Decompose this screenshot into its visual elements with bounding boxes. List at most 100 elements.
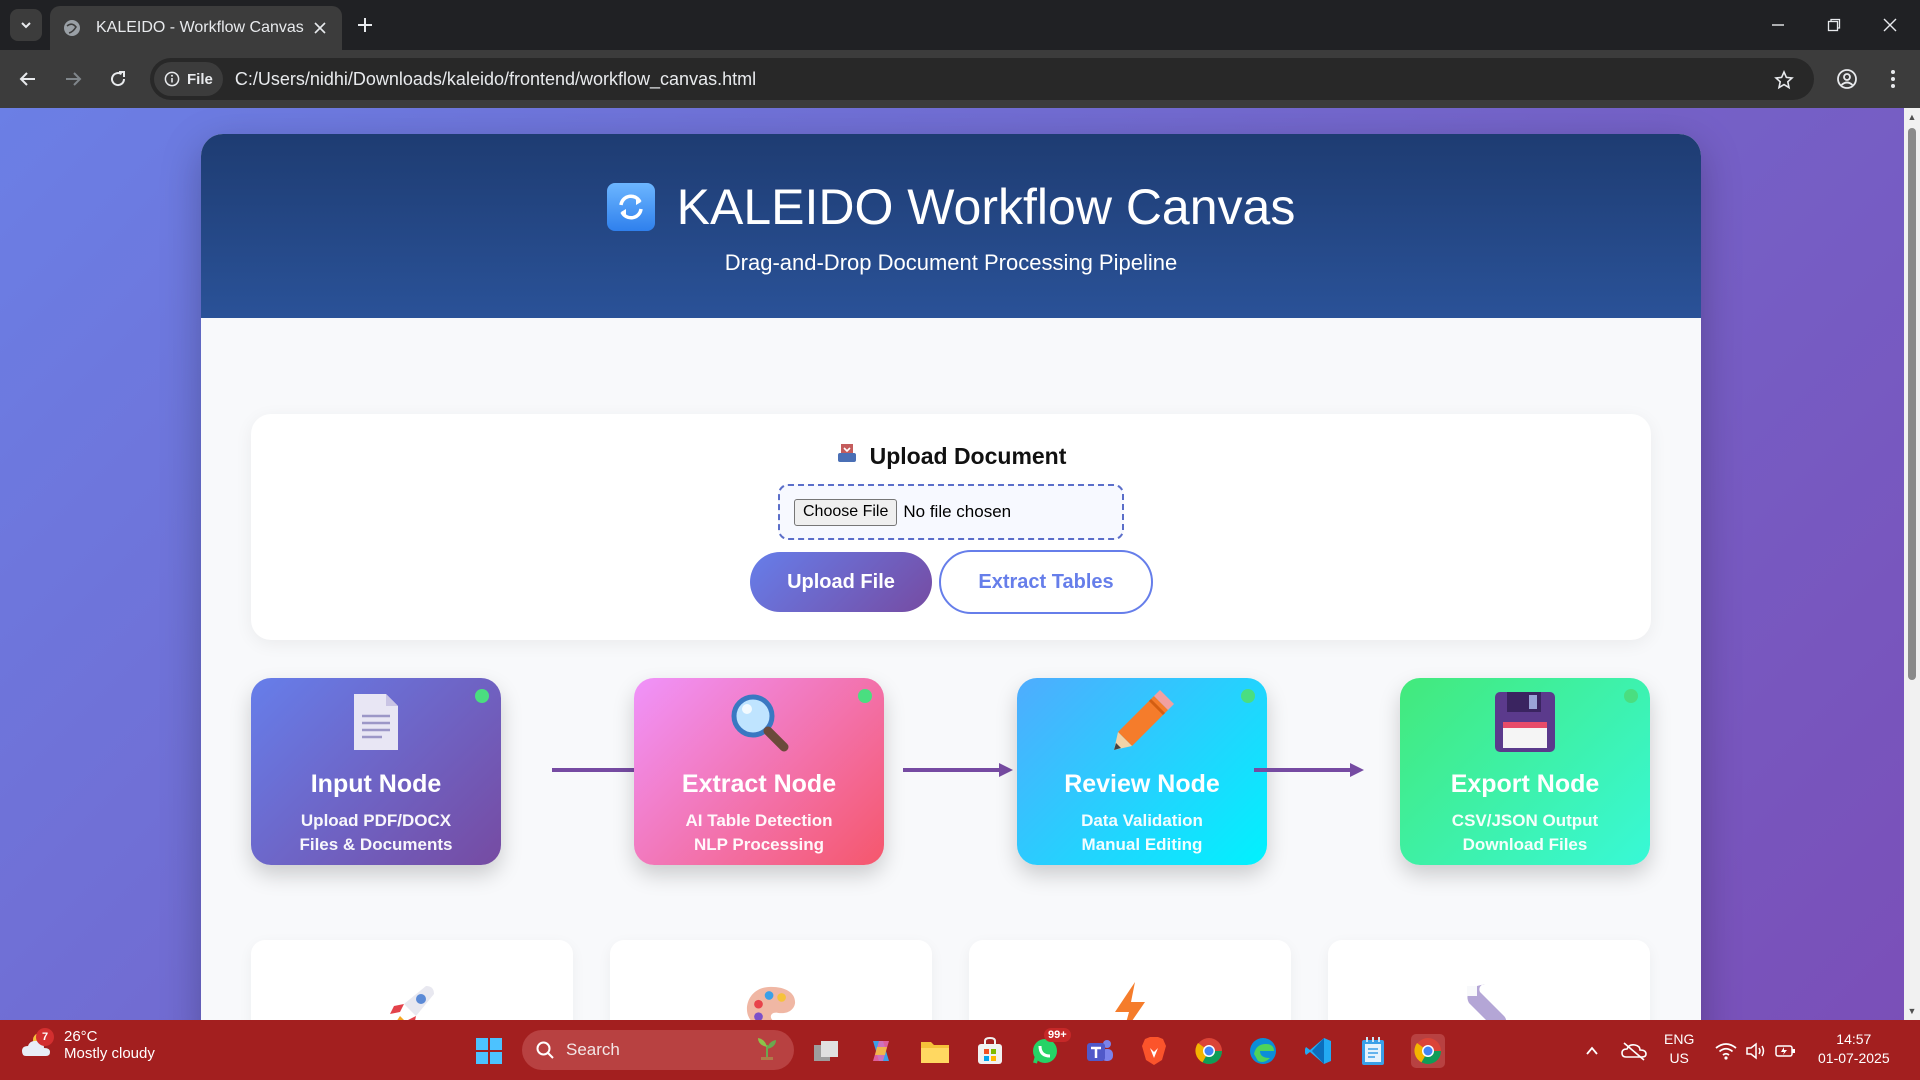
battery-icon[interactable] (1769, 1034, 1803, 1068)
whatsapp-icon[interactable]: 99+ (1028, 1028, 1071, 1068)
task-view-icon[interactable] (809, 1034, 843, 1068)
edge-icon[interactable] (1246, 1034, 1280, 1068)
node-description: Upload PDF/DOCX Files & Documents (251, 809, 501, 857)
language-indicator[interactable]: ENG US (1664, 1030, 1694, 1068)
upload-file-button[interactable]: Upload File (750, 552, 932, 612)
status-dot (858, 689, 872, 703)
node-description: Data Validation Manual Editing (1017, 809, 1267, 857)
info-icon (164, 71, 180, 87)
search-icon (536, 1041, 554, 1059)
new-tab-button[interactable] (352, 12, 378, 38)
microsoft-store-icon[interactable] (973, 1034, 1007, 1068)
browser-toolbar: File C:/Users/nidhi/Downloads/kaleido/fr… (0, 50, 1920, 108)
address-bar[interactable]: File C:/Users/nidhi/Downloads/kaleido/fr… (150, 58, 1814, 100)
profile-icon (1837, 69, 1857, 89)
volume-icon[interactable] (1739, 1034, 1773, 1068)
start-button[interactable] (472, 1034, 506, 1068)
weather-widget[interactable]: 7 26°C Mostly cloudy (20, 1028, 155, 1062)
temperature-text: 26°C (64, 1028, 98, 1045)
reload-button[interactable] (101, 62, 135, 96)
input-node[interactable]: Input Node Upload PDF/DOCX Files & Docum… (251, 678, 501, 865)
flow-arrow (1254, 763, 1364, 777)
node-description-line: Data Validation (1081, 811, 1203, 830)
app-header: KALEIDO Workflow Canvas Drag-and-Drop Do… (201, 134, 1701, 318)
teams-icon[interactable] (1083, 1034, 1117, 1068)
flow-arrow (903, 763, 1013, 777)
file-status-text: No file chosen (903, 502, 1012, 521)
page-subtitle: Drag-and-Drop Document Processing Pipeli… (724, 250, 1178, 275)
chevron-up-icon[interactable] (1575, 1034, 1609, 1068)
palette-icon (745, 982, 797, 1020)
node-title: Input Node (310, 770, 442, 798)
scroll-down-icon[interactable]: ▼ (1907, 1006, 1917, 1016)
plant-icon (754, 1035, 780, 1066)
upload-heading: Upload Document (251, 442, 1651, 470)
minimize-button[interactable] (1758, 10, 1798, 40)
choose-file-button[interactable]: Choose File (794, 498, 898, 526)
browser-tab-strip: KALEIDO - Workflow Canvas (0, 0, 1920, 50)
plus-icon (358, 18, 372, 32)
scrollbar-thumb[interactable] (1908, 128, 1916, 680)
chrome-profile-icon[interactable] (1192, 1034, 1226, 1068)
node-description: AI Table Detection NLP Processing (634, 809, 884, 857)
chrome-icon[interactable] (1411, 1034, 1445, 1068)
tab-title: KALEIDO - Workflow Canvas (96, 19, 304, 36)
node-description-line: Manual Editing (1081, 835, 1203, 854)
pencil-icon (1110, 690, 1174, 754)
brave-icon[interactable] (1137, 1034, 1171, 1068)
close-window-button[interactable] (1870, 10, 1910, 40)
feature-card (969, 940, 1291, 1020)
feature-card (1328, 940, 1650, 1020)
browser-menu-button[interactable] (1876, 62, 1910, 96)
language-line: US (1669, 1050, 1689, 1066)
file-input[interactable]: Choose File No file chosen (778, 484, 1124, 540)
site-info-chip[interactable]: File (154, 62, 223, 96)
floppy-disk-icon (1493, 690, 1557, 754)
url-text: C:/Users/nidhi/Downloads/kaleido/fronten… (234, 68, 757, 89)
export-node[interactable]: Export Node CSV/JSON Output Download Fil… (1400, 678, 1650, 865)
forward-button[interactable] (56, 62, 90, 96)
status-dot (475, 689, 489, 703)
status-dot (1241, 689, 1255, 703)
windows-logo-icon (476, 1038, 502, 1064)
bookmark-star-icon[interactable] (1772, 68, 1796, 92)
review-node[interactable]: Review Node Data Validation Manual Editi… (1017, 678, 1267, 865)
taskbar-search[interactable]: Search (522, 1030, 794, 1070)
wifi-icon[interactable] (1709, 1034, 1743, 1068)
whatsapp-badge: 99+ (1044, 1028, 1071, 1042)
upload-heading-text: Upload Document (869, 442, 1067, 469)
vscode-icon[interactable] (1301, 1034, 1335, 1068)
taskbar-search-label: Search (566, 1040, 620, 1059)
node-description-line: NLP Processing (693, 835, 825, 854)
extract-node[interactable]: Extract Node AI Table Detection NLP Proc… (634, 678, 884, 865)
magnifier-icon (727, 690, 791, 754)
close-tab-icon[interactable] (310, 18, 330, 38)
clock[interactable]: 14:57 01-07-2025 (1818, 1030, 1890, 1068)
reload-icon (111, 71, 126, 87)
restore-button[interactable] (1814, 10, 1854, 40)
document-icon (344, 690, 408, 754)
scroll-up-icon[interactable]: ▲ (1907, 112, 1917, 122)
site-info-label: File (187, 70, 213, 88)
copilot-icon[interactable] (864, 1034, 898, 1068)
vertical-scrollbar[interactable]: ▲ ▼ (1904, 108, 1920, 1020)
notepad-icon[interactable] (1356, 1034, 1390, 1068)
page-title: KALEIDO Workflow Canvas (201, 134, 1701, 236)
node-title: Extract Node (681, 770, 837, 798)
browser-tab[interactable]: KALEIDO - Workflow Canvas (50, 6, 342, 50)
clock-date: 01-07-2025 (1818, 1050, 1890, 1066)
file-explorer-icon[interactable] (918, 1034, 952, 1068)
lightning-icon (1104, 982, 1156, 1020)
extract-tables-button[interactable]: Extract Tables (939, 550, 1153, 614)
weather-badge: 7 (36, 1028, 54, 1046)
back-button[interactable] (11, 62, 45, 96)
arrow-left-icon (19, 72, 35, 86)
profile-button[interactable] (1830, 62, 1864, 96)
tab-search-button[interactable] (10, 9, 42, 41)
chevron-down-icon (21, 22, 31, 29)
close-icon (1883, 18, 1897, 32)
more-vertical-icon (1891, 70, 1895, 88)
onedrive-offline-icon[interactable] (1617, 1034, 1651, 1068)
node-description-line: CSV/JSON Output (1451, 811, 1599, 830)
wrench-icon (1463, 982, 1515, 1020)
